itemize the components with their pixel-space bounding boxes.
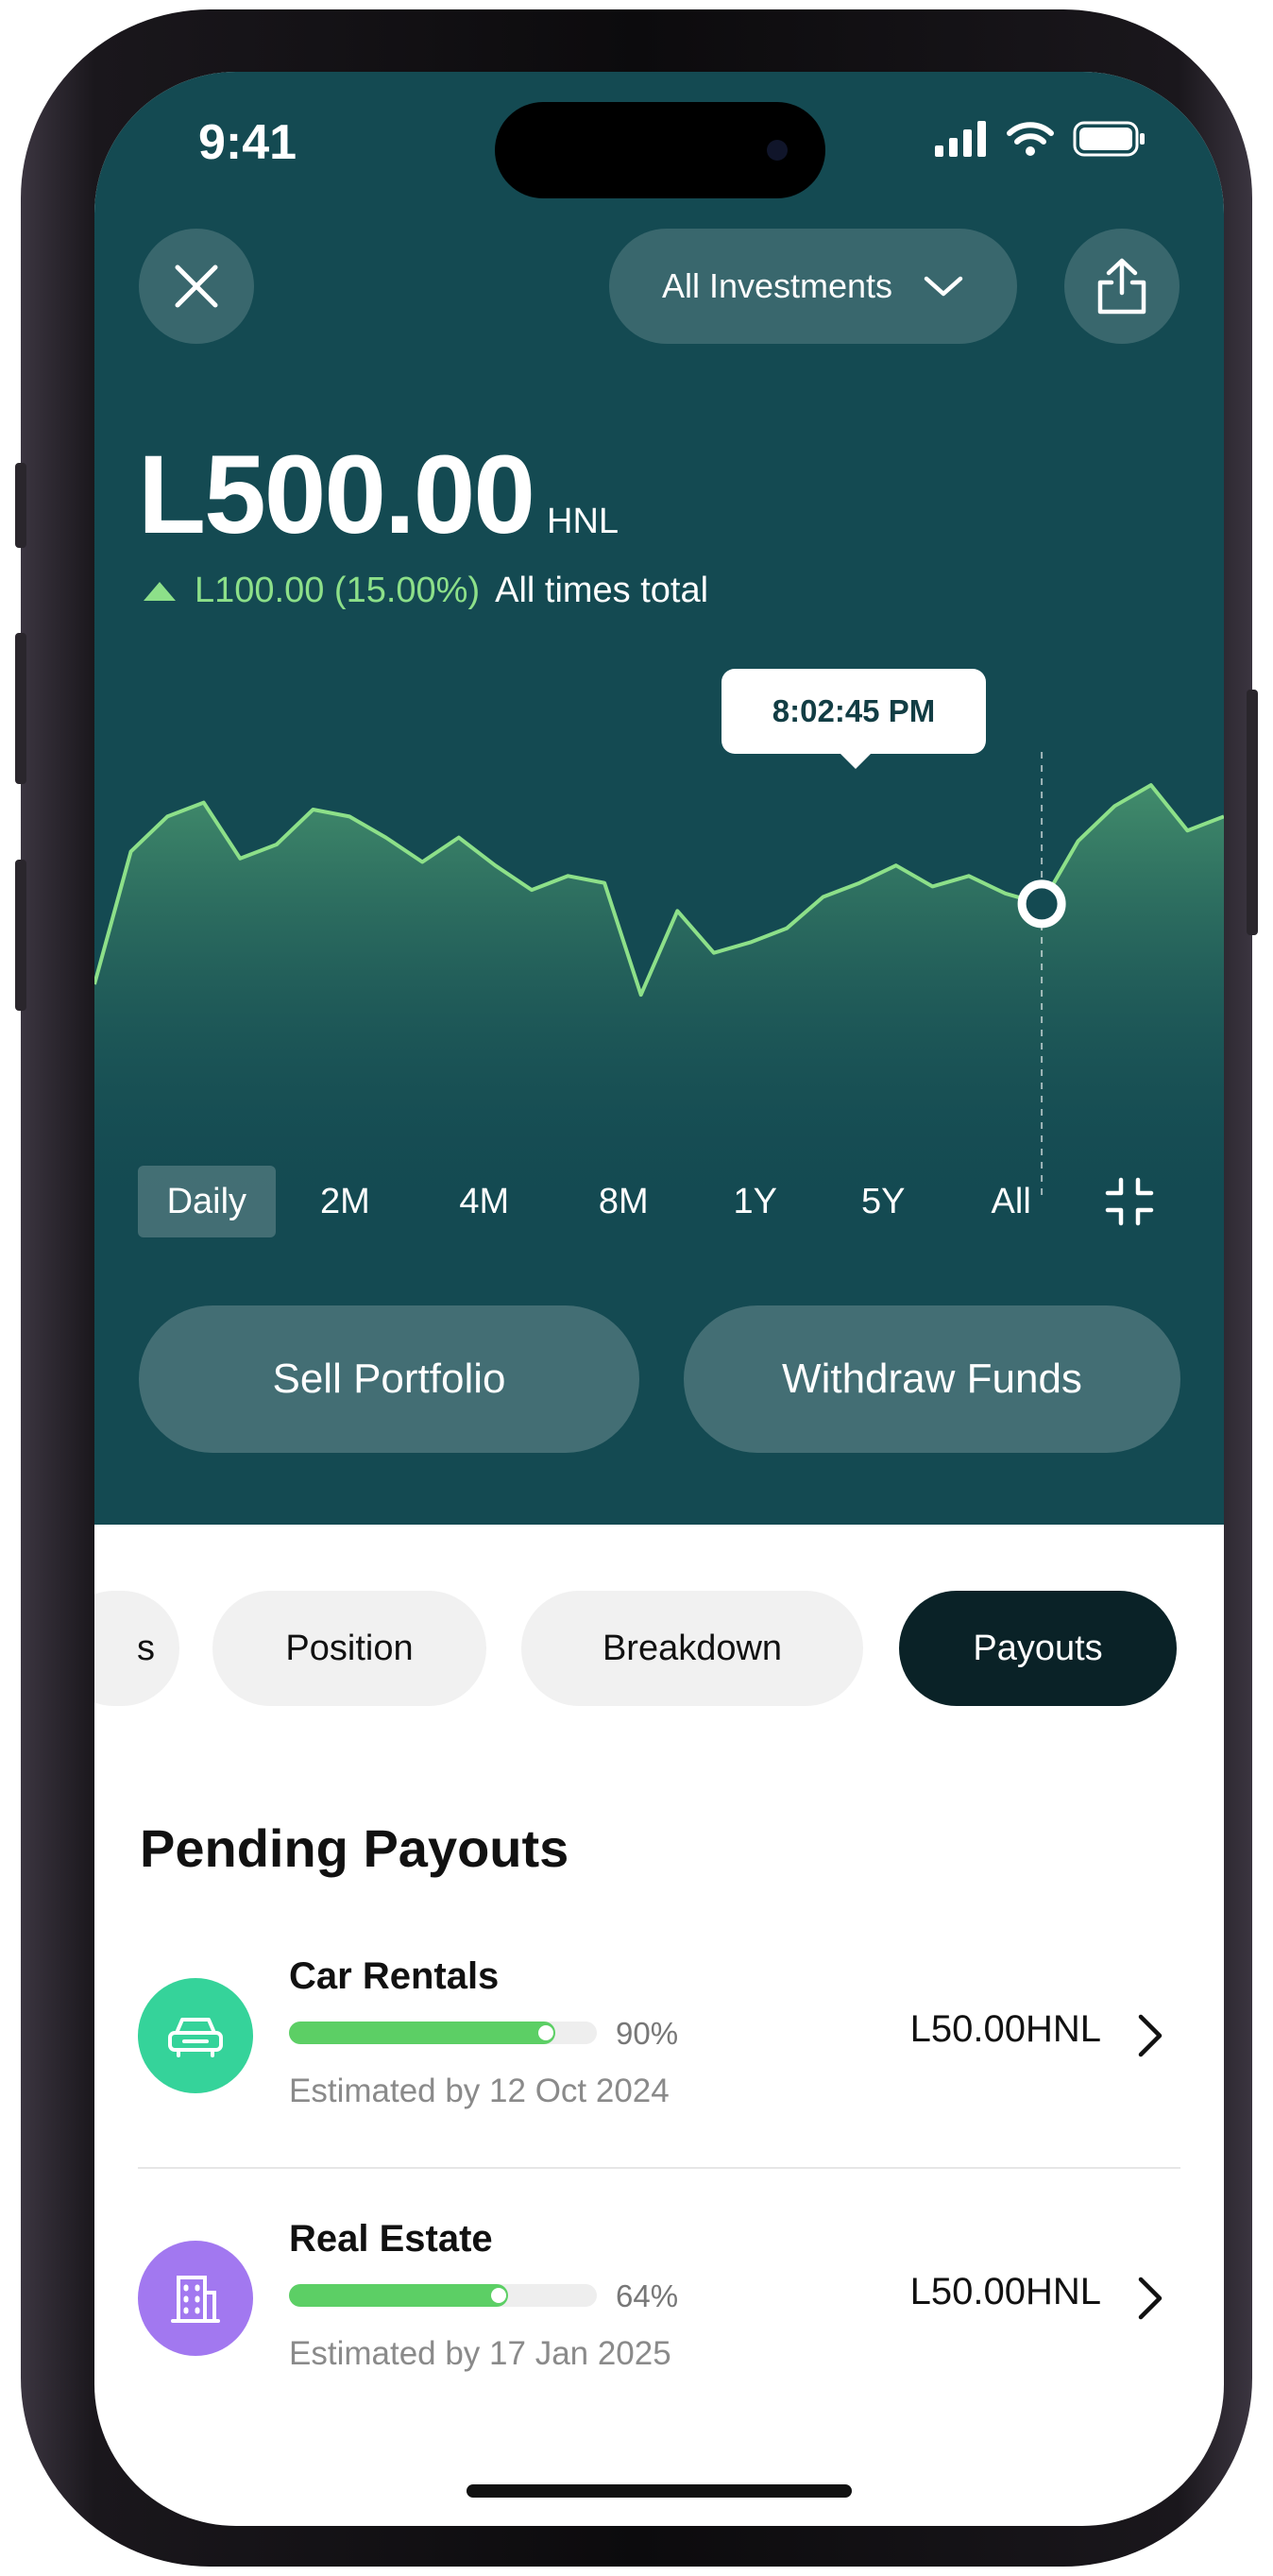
balance-change: L100.00 (15.00%) All times total	[144, 571, 708, 611]
section-title: Pending Payouts	[140, 1818, 569, 1878]
range-4m[interactable]: 4M	[415, 1166, 553, 1237]
payout-amount: L50.00HNL	[909, 2008, 1101, 2050]
payout-progress-fill	[289, 2022, 555, 2044]
chevron-right-icon	[1131, 2012, 1169, 2059]
payout-amount: L50.00HNL	[909, 2271, 1101, 2312]
withdraw-funds-button[interactable]: Withdraw Funds	[684, 1305, 1180, 1453]
home-indicator	[467, 2484, 852, 2498]
portfolio-header: 9:41 All Investments L500.00 HNL L100.00…	[94, 72, 1224, 1525]
car-icon	[168, 2018, 223, 2057]
payout-progress-bar	[289, 2284, 597, 2307]
change-label: All times total	[495, 571, 709, 610]
divider	[138, 2167, 1180, 2169]
payout-progress-fill	[289, 2284, 508, 2307]
performance-chart[interactable]	[94, 657, 1224, 1224]
chart-tooltip: 8:02:45 PM	[721, 669, 986, 769]
share-button[interactable]	[1064, 229, 1180, 344]
status-icons	[935, 121, 1146, 157]
status-time: 9:41	[198, 115, 297, 170]
building-icon	[171, 2276, 220, 2323]
payout-name: Real Estate	[289, 2218, 493, 2260]
payout-item-real-estate[interactable]: Real Estate 64% Estimated by 17 Jan 2025…	[138, 2218, 1180, 2426]
volume-up-button	[15, 633, 26, 784]
range-selector: Daily 2M 4M 8M 1Y 5Y All	[138, 1166, 1186, 1237]
real-estate-icon-badge	[138, 2241, 253, 2356]
payout-progress-knob	[491, 2288, 506, 2303]
balance-currency: HNL	[547, 502, 620, 541]
wifi-icon	[1007, 122, 1054, 156]
payout-progress-bar	[289, 2022, 597, 2044]
dynamic-island	[495, 102, 825, 198]
power-button	[1247, 690, 1258, 935]
dropdown-label: All Investments	[661, 266, 893, 305]
tab-payouts[interactable]: Payouts	[899, 1591, 1177, 1706]
chevron-right-icon	[1131, 2275, 1169, 2322]
signal-icon	[935, 121, 986, 157]
tab-position[interactable]: Position	[212, 1591, 486, 1706]
payout-estimate: Estimated by 12 Oct 2024	[289, 2073, 670, 2109]
balance-amount: L500.00	[138, 433, 535, 557]
screen: 9:41 All Investments L500.00 HNL L100.00…	[94, 72, 1224, 2526]
payout-percent: 90%	[616, 2016, 679, 2051]
payout-progress-knob	[538, 2025, 553, 2040]
range-1y[interactable]: 1Y	[693, 1166, 818, 1237]
sell-portfolio-button[interactable]: Sell Portfolio	[139, 1305, 639, 1453]
tab-partial[interactable]: s	[94, 1591, 179, 1706]
side-button	[15, 463, 26, 548]
payout-estimate: Estimated by 17 Jan 2025	[289, 2335, 671, 2372]
range-2m[interactable]: 2M	[276, 1166, 415, 1237]
share-icon	[1097, 258, 1146, 315]
close-button[interactable]	[139, 229, 254, 344]
close-icon	[175, 264, 218, 308]
collapse-icon	[1105, 1177, 1154, 1226]
payout-item-car-rentals[interactable]: Car Rentals 90% Estimated by 12 Oct 2024…	[138, 1955, 1180, 2163]
phone-frame: 9:41 All Investments L500.00 HNL L100.00…	[15, 9, 1258, 2567]
range-all[interactable]: All	[949, 1166, 1074, 1237]
change-value: L100.00 (15.00%)	[195, 571, 481, 610]
portfolio-balance: L500.00 HNL	[138, 431, 619, 559]
volume-down-button	[15, 860, 26, 1011]
payout-name: Car Rentals	[289, 1955, 500, 1997]
battery-icon	[1073, 121, 1145, 157]
tab-bar: s Position Breakdown Payouts	[94, 1591, 1224, 1706]
chart-marker[interactable]	[1017, 879, 1066, 929]
range-5y[interactable]: 5Y	[817, 1166, 948, 1237]
chevron-down-icon	[924, 276, 963, 297]
collapse-chart-button[interactable]	[1073, 1166, 1186, 1237]
car-rentals-icon-badge	[138, 1978, 253, 2093]
arrow-up-icon	[144, 581, 176, 601]
range-8m[interactable]: 8M	[554, 1166, 693, 1237]
range-daily[interactable]: Daily	[138, 1166, 276, 1237]
investments-dropdown[interactable]: All Investments	[609, 229, 1017, 344]
tab-breakdown[interactable]: Breakdown	[521, 1591, 863, 1706]
payout-percent: 64%	[616, 2278, 679, 2313]
